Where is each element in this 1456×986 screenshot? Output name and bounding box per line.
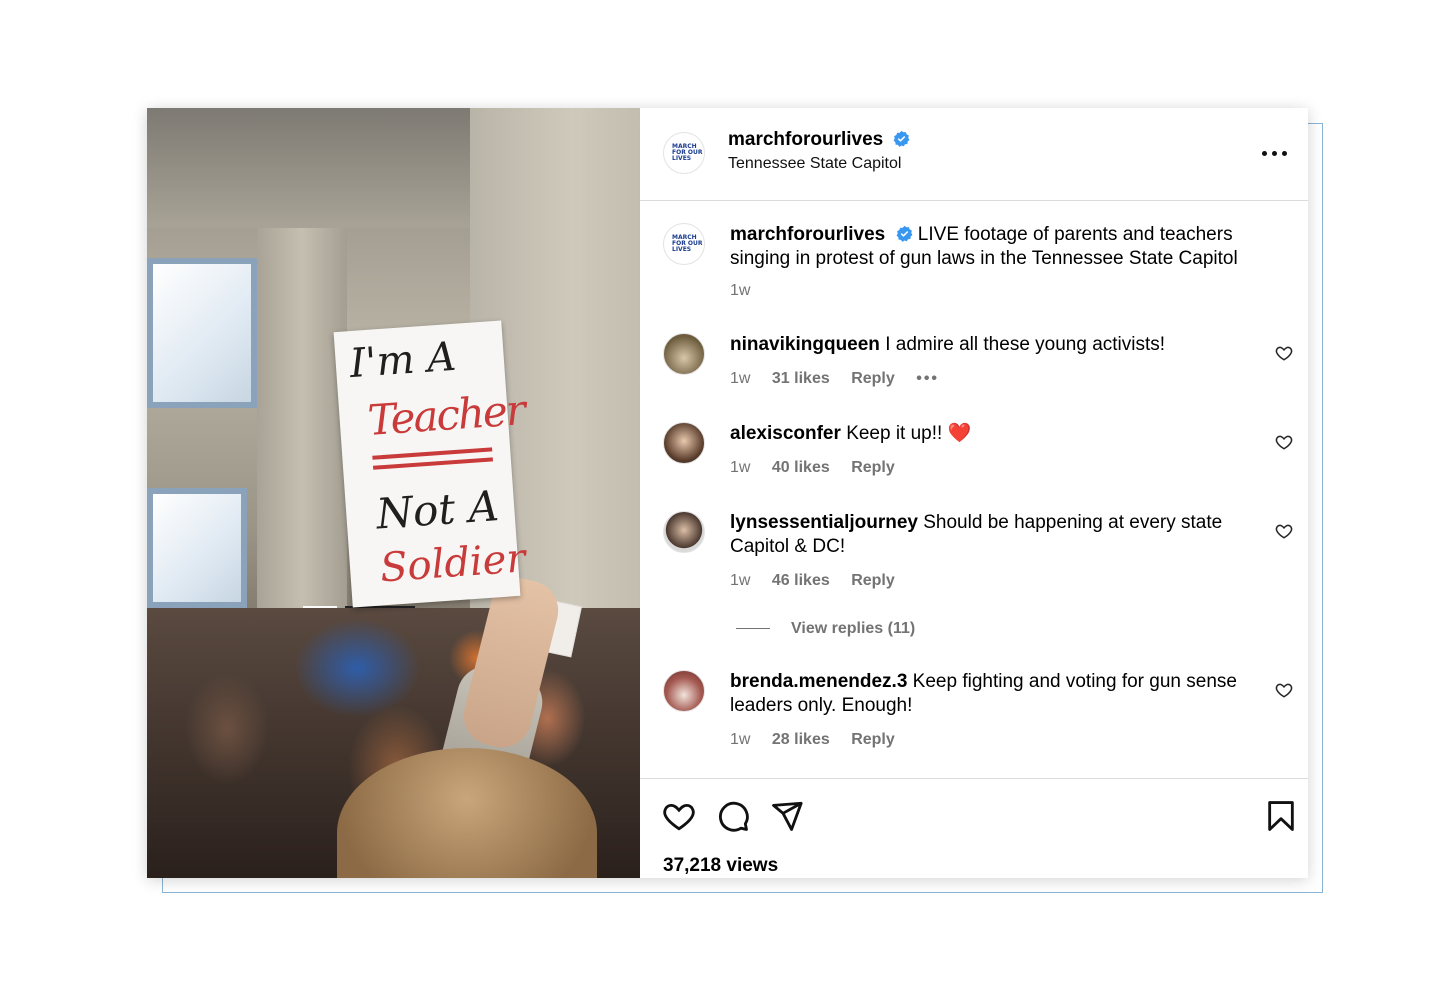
bookmark-icon[interactable] bbox=[1264, 799, 1298, 833]
avatar-logo-text: MARCH FOR OUR LIVES bbox=[672, 234, 703, 253]
window bbox=[147, 488, 247, 608]
caption-time: 1w bbox=[730, 282, 751, 299]
verified-icon bbox=[896, 225, 912, 242]
reply-button[interactable]: Reply bbox=[851, 572, 895, 589]
more-options-button[interactable] bbox=[1262, 144, 1290, 164]
comment-likes[interactable]: 28 likes bbox=[772, 731, 830, 748]
account-avatar[interactable]: MARCH FOR OUR LIVES bbox=[663, 132, 705, 174]
comment-username[interactable]: lynsessentialjourney bbox=[730, 512, 918, 533]
comment-time: 1w bbox=[730, 731, 751, 748]
caption-text: marchforourlives LIVE footage of parents… bbox=[730, 223, 1260, 271]
comment-body: I admire all these young activists! bbox=[885, 334, 1166, 355]
sign-line: Teacher bbox=[366, 385, 526, 445]
comment-text: alexisconfer Keep it up!! ❤️ bbox=[730, 422, 1260, 446]
comment-time: 1w bbox=[730, 572, 751, 589]
reply-button[interactable]: Reply bbox=[851, 459, 895, 476]
window bbox=[147, 258, 257, 408]
heart-icon[interactable] bbox=[662, 799, 696, 833]
comment-meta: 1w 46 likes Reply bbox=[730, 572, 912, 590]
comment-likes[interactable]: 31 likes bbox=[772, 370, 830, 387]
view-replies-label: View replies (11) bbox=[791, 620, 916, 637]
sign-line: Not A bbox=[374, 481, 501, 539]
view-count: 37,218 views bbox=[663, 855, 779, 876]
verified-icon bbox=[893, 130, 910, 147]
caption-username[interactable]: marchforourlives bbox=[730, 224, 885, 245]
comment-username[interactable]: alexisconfer bbox=[730, 423, 841, 444]
post-header: MARCH FOR OUR LIVES marchforourlives Ten… bbox=[640, 108, 1308, 201]
comment-meta: 1w 40 likes Reply bbox=[730, 459, 912, 477]
sign-line: I'm A bbox=[348, 333, 458, 388]
commenter-avatar[interactable] bbox=[663, 670, 705, 712]
commenter-avatar[interactable] bbox=[663, 511, 705, 553]
reply-button[interactable]: Reply bbox=[851, 370, 895, 387]
action-bar: 37,218 views bbox=[640, 778, 1308, 879]
view-replies-button[interactable]: View replies (11) bbox=[736, 620, 915, 638]
comment-meta: 1w 31 likes Reply ••• bbox=[730, 370, 956, 388]
heart-icon[interactable] bbox=[1275, 681, 1293, 699]
pillar bbox=[257, 228, 347, 648]
comment-likes[interactable]: 46 likes bbox=[772, 572, 830, 589]
comment-text: lynsessentialjourney Should be happening… bbox=[730, 511, 1260, 559]
post-panel: MARCH FOR OUR LIVES marchforourlives Ten… bbox=[640, 108, 1308, 878]
instagram-post: I'm A Teacher Not A Soldier MARCH FOR OU… bbox=[147, 108, 1308, 878]
heart-icon[interactable] bbox=[1275, 344, 1293, 362]
comment-username[interactable]: ninavikingqueen bbox=[730, 334, 880, 355]
reply-button[interactable]: Reply bbox=[851, 731, 895, 748]
caption-meta: 1w bbox=[730, 282, 767, 300]
heart-icon[interactable] bbox=[1275, 522, 1293, 540]
comment-meta: 1w 28 likes Reply bbox=[730, 731, 912, 749]
avatar-logo-text: MARCH FOR OUR LIVES bbox=[672, 143, 703, 162]
protest-sign: I'm A Teacher Not A Soldier bbox=[333, 320, 527, 608]
account-avatar[interactable]: MARCH FOR OUR LIVES bbox=[663, 223, 705, 265]
more-icon[interactable]: ••• bbox=[916, 370, 939, 387]
header-text: marchforourlives Tennessee State Capitol bbox=[728, 129, 910, 173]
post-video[interactable]: I'm A Teacher Not A Soldier bbox=[147, 108, 640, 878]
sign-underline bbox=[372, 457, 493, 470]
comment-body: Keep it up!! ❤️ bbox=[846, 423, 972, 444]
account-username[interactable]: marchforourlives bbox=[728, 129, 883, 150]
heart-icon[interactable] bbox=[1275, 433, 1293, 451]
comment-text: ninavikingqueen I admire all these young… bbox=[730, 333, 1260, 357]
comment-username[interactable]: brenda.menendez.3 bbox=[730, 671, 907, 692]
commenter-avatar[interactable] bbox=[663, 333, 705, 375]
commenter-avatar[interactable] bbox=[663, 422, 705, 464]
sign-line: Soldier bbox=[378, 535, 527, 592]
comment-icon[interactable] bbox=[716, 799, 750, 833]
comment-time: 1w bbox=[730, 370, 751, 387]
replies-divider bbox=[736, 628, 770, 630]
comment-time: 1w bbox=[730, 459, 751, 476]
comment-likes[interactable]: 40 likes bbox=[772, 459, 830, 476]
comment-text: brenda.menendez.3 Keep fighting and voti… bbox=[730, 670, 1260, 718]
post-location[interactable]: Tennessee State Capitol bbox=[728, 155, 910, 173]
share-icon[interactable] bbox=[770, 799, 804, 833]
